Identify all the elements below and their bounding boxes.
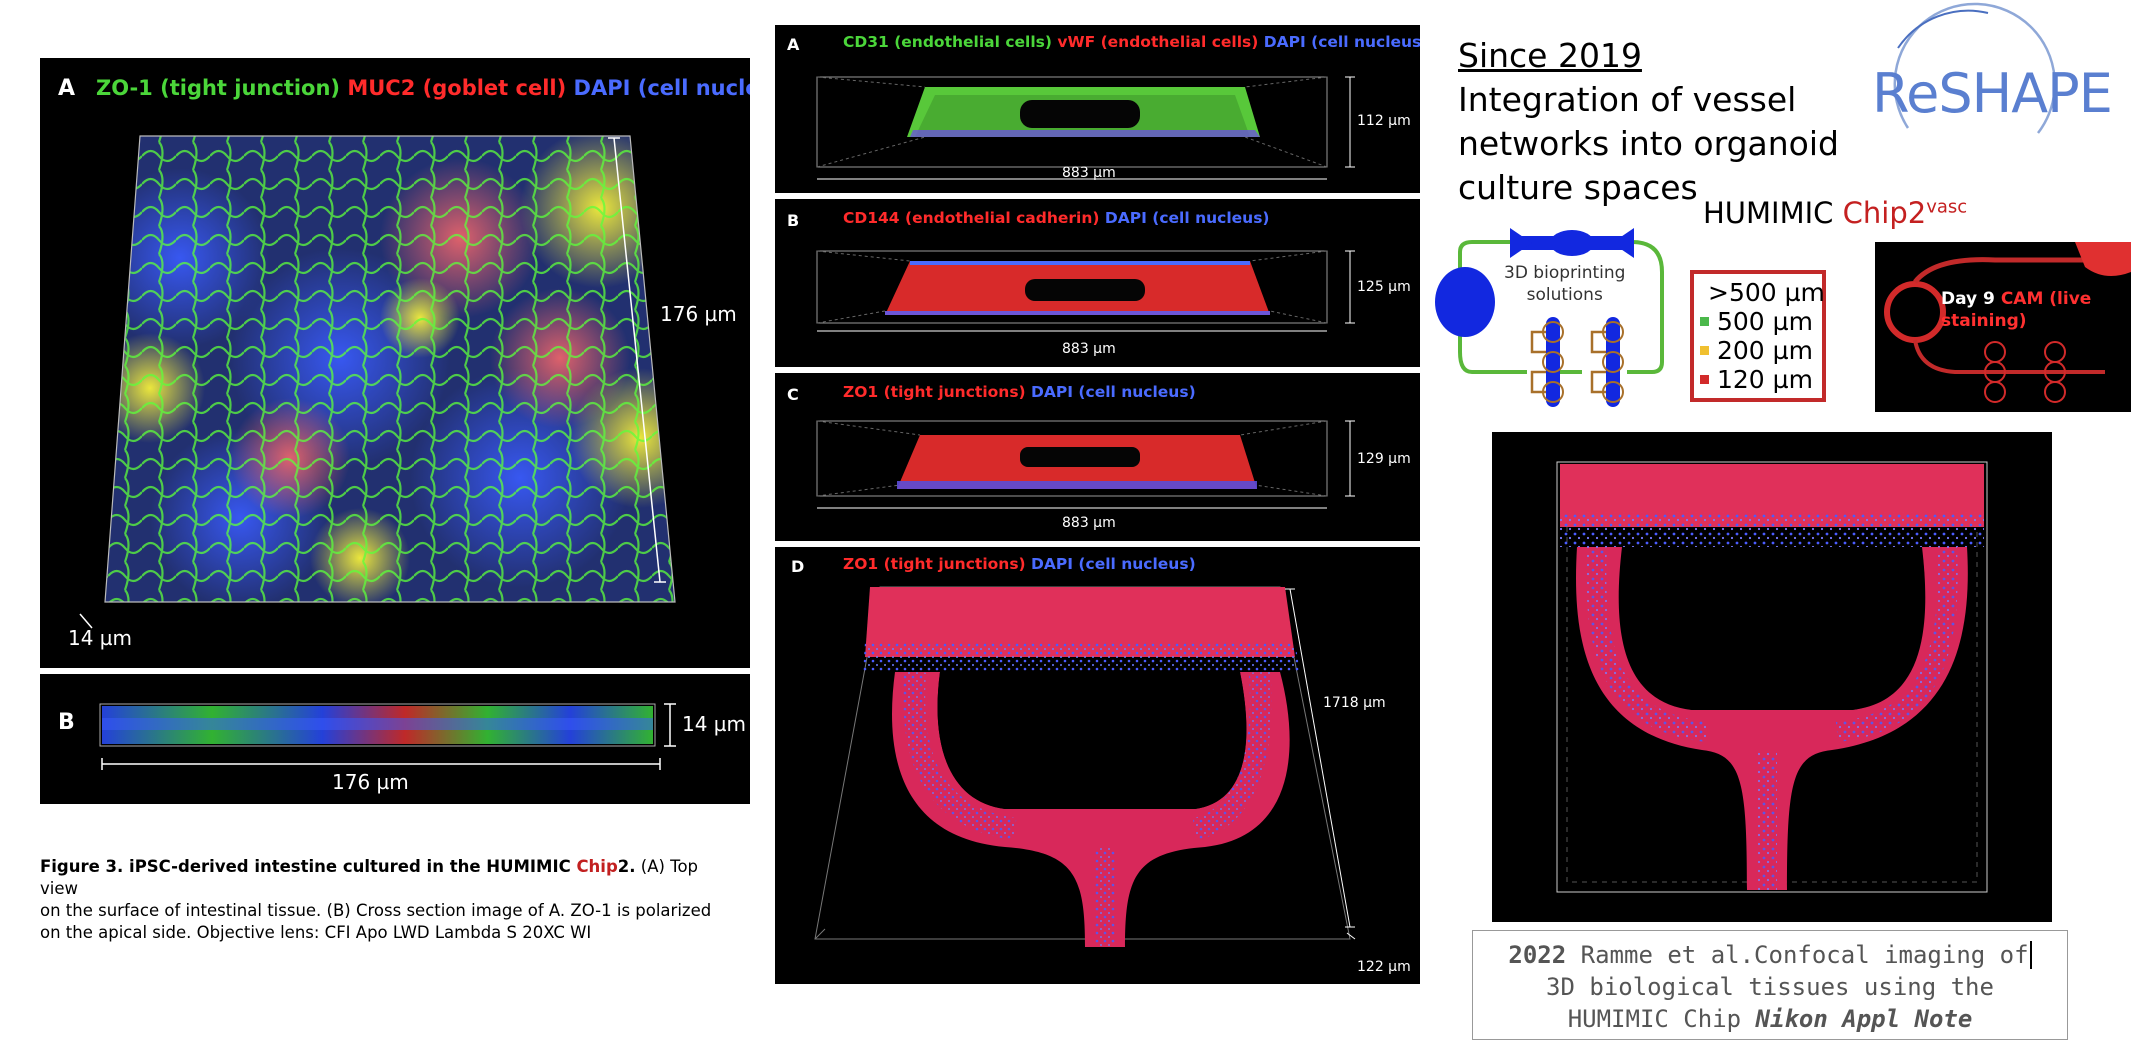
reference-line3: HUMIMIC Chip [1567, 1005, 1756, 1033]
cross-height-label: 14 µm [682, 712, 747, 736]
vessel-panel-c: C ZO1 (tight junctions) DAPI (cell nucle… [775, 373, 1420, 541]
cam-line2: staining) [1941, 311, 2027, 331]
caption-line3: on the apical side. Objective lens: CFI … [40, 923, 592, 942]
cross-width-label: 176 µm [332, 770, 409, 794]
headline: Integration of vessel networks into orga… [1458, 78, 1839, 210]
caption-bold-suffix: 2. [617, 857, 636, 876]
vessel-d-side: 1718 µm [1323, 695, 1386, 711]
legend-dapi-a: DAPI (cell nucleus) [1263, 33, 1420, 51]
panel-b-letter: B [58, 710, 75, 735]
caption-bold: Figure 3. iPSC-derived intestine culture… [40, 857, 577, 876]
size-label-4: 120 µm [1717, 365, 1813, 394]
reference-source: Nikon Appl Note [1755, 1005, 1973, 1033]
size-legend-row: 500 µm [1700, 307, 1816, 336]
cam-live-staining-image: Day 9 CAM (live staining) [1875, 242, 2131, 412]
intestine-top-view-image [79, 135, 676, 629]
vessel-a-letter: A [787, 35, 800, 54]
size-label-3: 200 µm [1717, 336, 1813, 365]
vessel-d-letter: D [791, 557, 805, 576]
reference-text: 2022 Ramme et al.Confocal imaging of 3D … [1473, 939, 2067, 1035]
vessel-a-width: 883 µm [1062, 165, 1116, 181]
legend-zo1-c: ZO1 (tight junctions) [843, 383, 1026, 401]
caption-line2: on the surface of intestinal tissue. (B)… [40, 901, 712, 920]
vessel-c-height: 129 µm [1357, 451, 1411, 467]
headline-line2: networks into organoid [1458, 124, 1839, 163]
reference-line1: Ramme et al.Confocal imaging of [1566, 941, 2029, 969]
vessel-panel-b: B CD144 (endothelial cadherin) DAPI (cel… [775, 199, 1420, 367]
vessel-b-letter: B [787, 211, 800, 230]
caption-chip-word: Chip [576, 857, 618, 876]
panel-a-legend: ZO-1 (tight junction) MUC2 (goblet cell)… [96, 76, 750, 100]
size-swatch-yellow [1700, 346, 1709, 355]
panel-a-letter: A [58, 76, 76, 101]
logo-text: ReSHAPE [1872, 62, 2113, 125]
vessel-panel-a: A CD31 (endothelial cells) vWF (endothel… [775, 25, 1420, 193]
vessel-a-height: 112 µm [1357, 113, 1411, 129]
legend-dapi: DAPI (cell nucleus) [573, 76, 750, 100]
size-legend-row: 120 µm [1700, 365, 1816, 394]
legend-vwf: vWF (endothelial cells) [1057, 33, 1259, 51]
legend-dapi-d: DAPI (cell nucleus) [1031, 555, 1196, 573]
vessel-network-top-view [1492, 432, 2052, 922]
headline-line1: Integration of vessel [1458, 80, 1797, 119]
reference-year: 2022 [1508, 941, 1567, 969]
vessel-b-height: 125 µm [1357, 279, 1411, 295]
vessel-network-top-image [1556, 461, 1988, 893]
size-legend-row: 200 µm [1700, 336, 1816, 365]
legend-cd31: CD31 (endothelial cells) [843, 33, 1052, 51]
cam-line1: CAM (live [2000, 289, 2092, 309]
reshape-logo: ReSHAPE [1868, 2, 2113, 173]
vessel-panel-d: D ZO1 (tight junctions) DAPI (cell nucle… [775, 547, 1420, 984]
size-swatch-green [1700, 317, 1709, 326]
figure3-panel-a: A ZO-1 (tight junction) MUC2 (goblet cel… [40, 58, 750, 668]
vessel-b-width: 883 µm [1062, 341, 1116, 357]
humimic-prefix: HUMIMIC [1703, 196, 1843, 230]
size-label-1: >500 µm [1708, 278, 1825, 307]
size-legend-row: >500 µm [1700, 278, 1825, 307]
size-swatch-red [1700, 375, 1709, 384]
reference-line2: 3D biological tissues using the [1546, 973, 1994, 1001]
size-label-2: 500 µm [1717, 307, 1813, 336]
scale-depth-label: 14 µm [68, 626, 133, 650]
vessel-d-depth: 122 µm [1357, 959, 1411, 975]
figure-caption: Figure 3. iPSC-derived intestine culture… [40, 856, 740, 944]
cam-label: Day 9 CAM (live staining) [1941, 288, 2091, 332]
bioprint-label: 3D bioprinting solutions [1504, 262, 1625, 306]
legend-muc2: MUC2 (goblet cell) [347, 76, 567, 100]
vessel-d-legend: ZO1 (tight junctions) DAPI (cell nucleus… [843, 555, 1196, 573]
legend-cd144: CD144 (endothelial cadherin) [843, 209, 1100, 227]
chip-schematic: 3D bioprinting solutions [1432, 222, 1672, 412]
reference-box: 2022 Ramme et al.Confocal imaging of 3D … [1472, 930, 2068, 1040]
figure3-panel-b: B 14 µm 176 µm [40, 674, 750, 804]
humimic-sup: vasc [1926, 196, 1968, 218]
chip-schematic-diagram [1435, 228, 1664, 407]
vessel-size-legend: >500 µm 500 µm 200 µm 120 µm [1690, 270, 1826, 402]
vessel-a-legend: CD31 (endothelial cells) vWF (endothelia… [843, 33, 1420, 51]
humimic-chip: Chip2 [1842, 196, 1927, 230]
legend-zo1-d: ZO1 (tight junctions) [843, 555, 1026, 573]
legend-dapi-c: DAPI (cell nucleus) [1031, 383, 1196, 401]
vessel-b-legend: CD144 (endothelial cadherin) DAPI (cell … [843, 209, 1270, 227]
vessel-c-letter: C [787, 385, 799, 404]
cam-day: Day 9 [1941, 289, 2001, 309]
legend-dapi-b: DAPI (cell nucleus) [1104, 209, 1270, 227]
vessel-c-width: 883 µm [1062, 515, 1116, 531]
since-heading: Since 2019 [1458, 36, 1642, 75]
scale-side-label: 176 µm [660, 302, 737, 326]
legend-zo1: ZO-1 (tight junction) [96, 76, 341, 100]
bioprint-line1: 3D bioprinting [1504, 263, 1626, 283]
bioprint-line2: solutions [1526, 285, 1603, 305]
humimic-title: HUMIMIC Chip2vasc [1703, 196, 1967, 230]
vessel-c-legend: ZO1 (tight junctions) DAPI (cell nucleus… [843, 383, 1196, 401]
vessel-network-3d-image [814, 586, 1356, 947]
text-cursor [2029, 941, 2032, 969]
